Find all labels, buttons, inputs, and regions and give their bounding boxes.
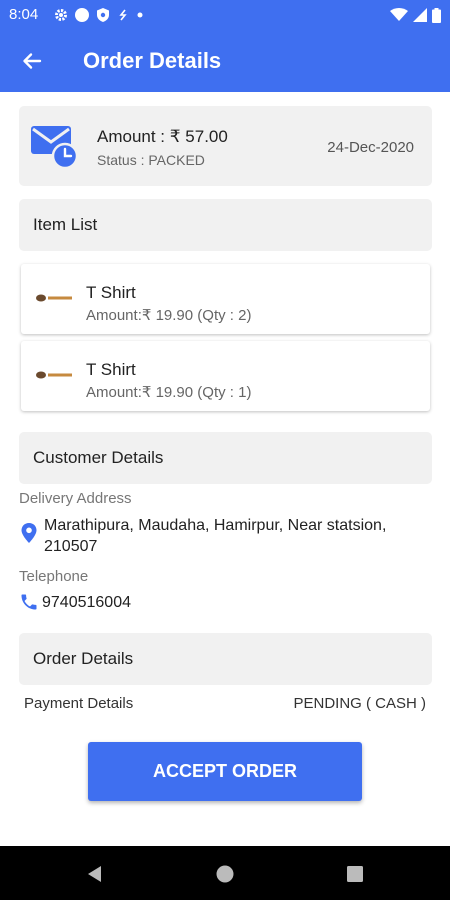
nav-back-icon[interactable] <box>84 863 106 885</box>
item-list-title: Item List <box>33 215 98 234</box>
order-amount: Amount : ₹ 57.00 <box>97 127 228 146</box>
status-time: 8:04 <box>9 6 39 23</box>
list-item[interactable]: T Shirt Amount:₹ 19.90 (Qty : 1) <box>21 341 430 411</box>
item-list-header: Item List <box>19 199 432 251</box>
item-name: T Shirt <box>86 360 136 379</box>
item-name: T Shirt <box>86 283 136 302</box>
signal-icon <box>413 8 427 22</box>
gear-icon <box>55 9 67 21</box>
order-summary-card: Amount : ₹ 57.00 Status : PACKED 24-Dec-… <box>19 106 432 186</box>
phone-icon[interactable] <box>19 592 39 612</box>
order-date: 24-Dec-2020 <box>327 139 414 156</box>
telephone-label: Telephone <box>19 568 89 585</box>
location-pin-icon <box>21 523 37 543</box>
arrow-back-icon[interactable] <box>18 47 46 75</box>
shield-icon <box>97 8 109 22</box>
sync-icon <box>119 9 127 21</box>
wifi-icon <box>390 8 408 21</box>
brand-logo-icon <box>36 371 72 379</box>
order-details-header: Order Details <box>19 633 432 685</box>
delivery-address: Marathipura, Maudaha, Hamirpur, Near sta… <box>44 517 387 555</box>
status-notification-icons <box>54 6 144 24</box>
accept-order-button[interactable]: ACCEPT ORDER <box>88 742 362 801</box>
payment-details-value: PENDING ( CASH ) <box>293 695 426 712</box>
telephone-number[interactable]: 9740516004 <box>42 594 131 612</box>
nav-home-icon[interactable] <box>214 863 236 885</box>
payment-details-label: Payment Details <box>24 695 134 712</box>
customer-details-title: Customer Details <box>33 448 164 467</box>
order-status: Status : PACKED <box>97 152 205 168</box>
app-bar: Order Details <box>0 30 450 92</box>
dot-icon <box>137 12 143 18</box>
page-title: Order Details <box>83 48 222 73</box>
battery-icon <box>432 7 441 23</box>
nav-recents-icon[interactable] <box>344 863 366 885</box>
item-amount: Amount:₹ 19.90 (Qty : 1) <box>86 384 252 401</box>
circle-icon <box>75 8 89 22</box>
item-amount: Amount:₹ 19.90 (Qty : 2) <box>86 307 252 324</box>
status-system-icons <box>390 6 441 24</box>
mail-clock-icon <box>31 126 79 170</box>
delivery-address-label: Delivery Address <box>19 490 132 507</box>
list-item[interactable]: T Shirt Amount:₹ 19.90 (Qty : 2) <box>21 264 430 334</box>
status-bar: 8:04 <box>0 0 450 30</box>
brand-logo-icon <box>36 294 72 302</box>
customer-details-header: Customer Details <box>19 432 432 484</box>
system-navigation-bar <box>0 846 450 900</box>
order-details-title: Order Details <box>33 649 134 668</box>
